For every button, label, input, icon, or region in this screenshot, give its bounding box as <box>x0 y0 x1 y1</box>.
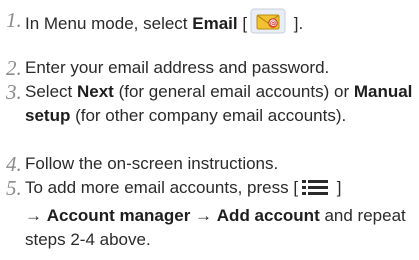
svg-text:@: @ <box>270 20 277 28</box>
step-text: To add more email accounts, press [ ] → A… <box>25 178 406 249</box>
menu-key-icon <box>302 179 329 204</box>
step-number: 3. <box>6 80 22 104</box>
email-label: Email <box>192 14 238 33</box>
step-number: 1. <box>6 8 22 32</box>
add-account-label: Add account <box>216 206 320 225</box>
step-number: 4. <box>6 152 22 176</box>
step-text: Enter your email address and password. <box>25 58 330 77</box>
email-app-icon: @ <box>250 8 286 34</box>
step-text: In Menu mode, select Email [ @ ]. <box>25 8 415 36</box>
step-number: 5. <box>6 176 22 200</box>
instruction-steps: 1. In Menu mode, select Email [ @ ]. 2. … <box>0 0 419 260</box>
account-manager-label: Account manager <box>46 206 191 225</box>
next-label: Next <box>76 82 114 101</box>
step-text: Follow the on-screen instructions. <box>25 154 279 173</box>
step-text: Select Next (for general email accounts)… <box>25 82 413 125</box>
step-number: 2. <box>6 56 22 80</box>
